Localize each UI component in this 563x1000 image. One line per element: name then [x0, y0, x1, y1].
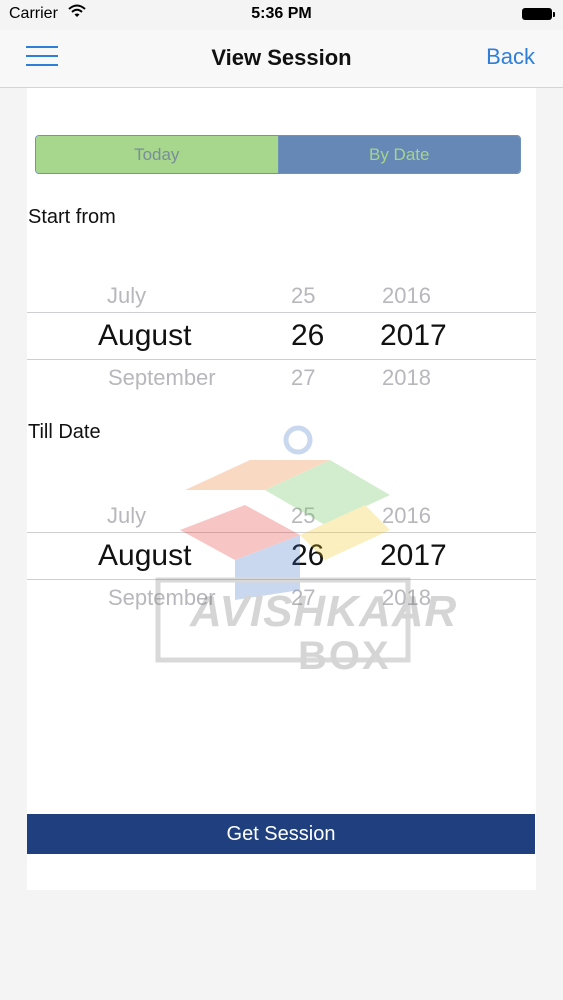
segment-by-date[interactable]: By Date: [278, 136, 520, 173]
battery-icon: [522, 8, 555, 20]
picker-month-selected[interactable]: August: [98, 319, 191, 353]
page-title: View Session: [211, 45, 352, 70]
picker-selection-line-bottom: [27, 359, 536, 360]
watermark-text-line1: AVISHKAAR: [190, 587, 458, 636]
picker-year-selected[interactable]: 2017: [380, 319, 447, 353]
picker-day-selected[interactable]: 26: [291, 319, 324, 353]
clock-time: 5:36 PM: [251, 5, 312, 22]
start-from-label: Start from: [28, 206, 116, 228]
status-bar: Carrier 5:36 PM: [0, 0, 563, 30]
watermark-text-line2: BOX: [298, 634, 391, 678]
date-mode-segmented-control: Today By Date: [35, 135, 521, 174]
start-date-picker[interactable]: July 25 2016 August 26 2017 September 27…: [27, 278, 536, 391]
picker-year-prev[interactable]: 2016: [382, 283, 431, 309]
picker-selection-line-top: [27, 312, 536, 313]
picker-day-next[interactable]: 27: [291, 365, 315, 391]
till-date-label: Till Date: [28, 421, 101, 443]
picker-month-prev[interactable]: July: [107, 283, 146, 309]
segment-today[interactable]: Today: [36, 136, 279, 173]
get-session-button[interactable]: Get Session: [27, 814, 535, 854]
navigation-bar: View Session Back: [0, 30, 563, 88]
picker-month-prev[interactable]: July: [107, 503, 146, 529]
picker-month-next[interactable]: September: [108, 365, 216, 391]
picker-year-next[interactable]: 2018: [382, 365, 431, 391]
avishkaar-box-watermark-logo: AVISHKAAR BOX: [150, 420, 456, 680]
back-button[interactable]: Back: [486, 44, 535, 70]
picker-day-prev[interactable]: 25: [291, 283, 315, 309]
